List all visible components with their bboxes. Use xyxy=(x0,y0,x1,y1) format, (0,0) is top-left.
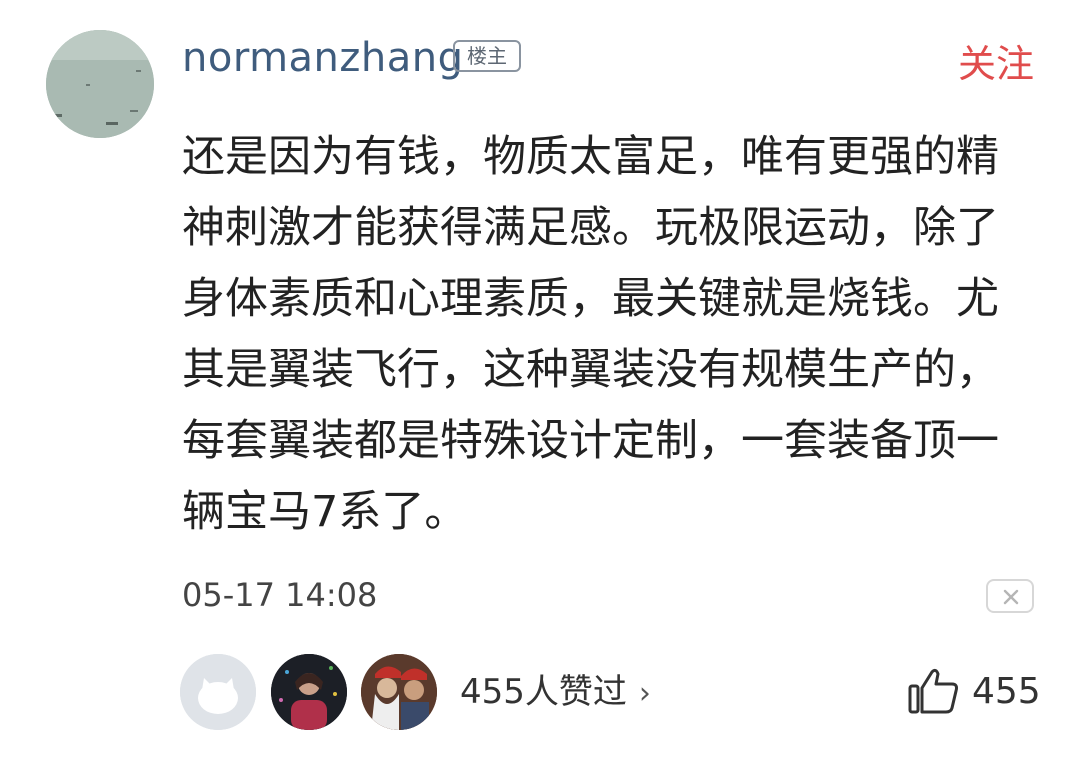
dismiss-button[interactable] xyxy=(986,579,1034,613)
username[interactable]: normanzhang xyxy=(182,32,464,84)
thumbs-up-icon[interactable] xyxy=(908,666,960,716)
likers-link[interactable]: 455人赞过 › xyxy=(460,670,651,716)
default-avatar-icon xyxy=(180,654,256,730)
like-count: 455 xyxy=(972,671,1041,712)
liker-avatar[interactable] xyxy=(271,654,347,730)
liker-avatar[interactable] xyxy=(180,654,256,730)
comment-text: 还是因为有钱，物质太富足，唯有更强的精神刺激才能获得满足感。玩极限运动，除了身体… xyxy=(182,132,999,537)
chevron-right-icon: › xyxy=(638,676,651,711)
op-badge: 楼主 xyxy=(453,40,521,72)
liker-avatar[interactable] xyxy=(361,654,437,730)
comment-card: normanzhang 楼主 关注 还是因为有钱，物质太富足，唯有更强的精神刺激… xyxy=(0,0,1080,763)
lake-landscape-image xyxy=(46,30,154,138)
user-avatar[interactable] xyxy=(46,30,154,138)
user-photo xyxy=(271,654,347,730)
user-photo xyxy=(361,654,437,730)
close-icon xyxy=(1003,589,1019,605)
likers-summary: 455人赞过 xyxy=(460,672,627,712)
comment-timestamp: 05-17 14:08 xyxy=(182,576,378,614)
follow-button[interactable]: 关注 xyxy=(958,40,1034,88)
